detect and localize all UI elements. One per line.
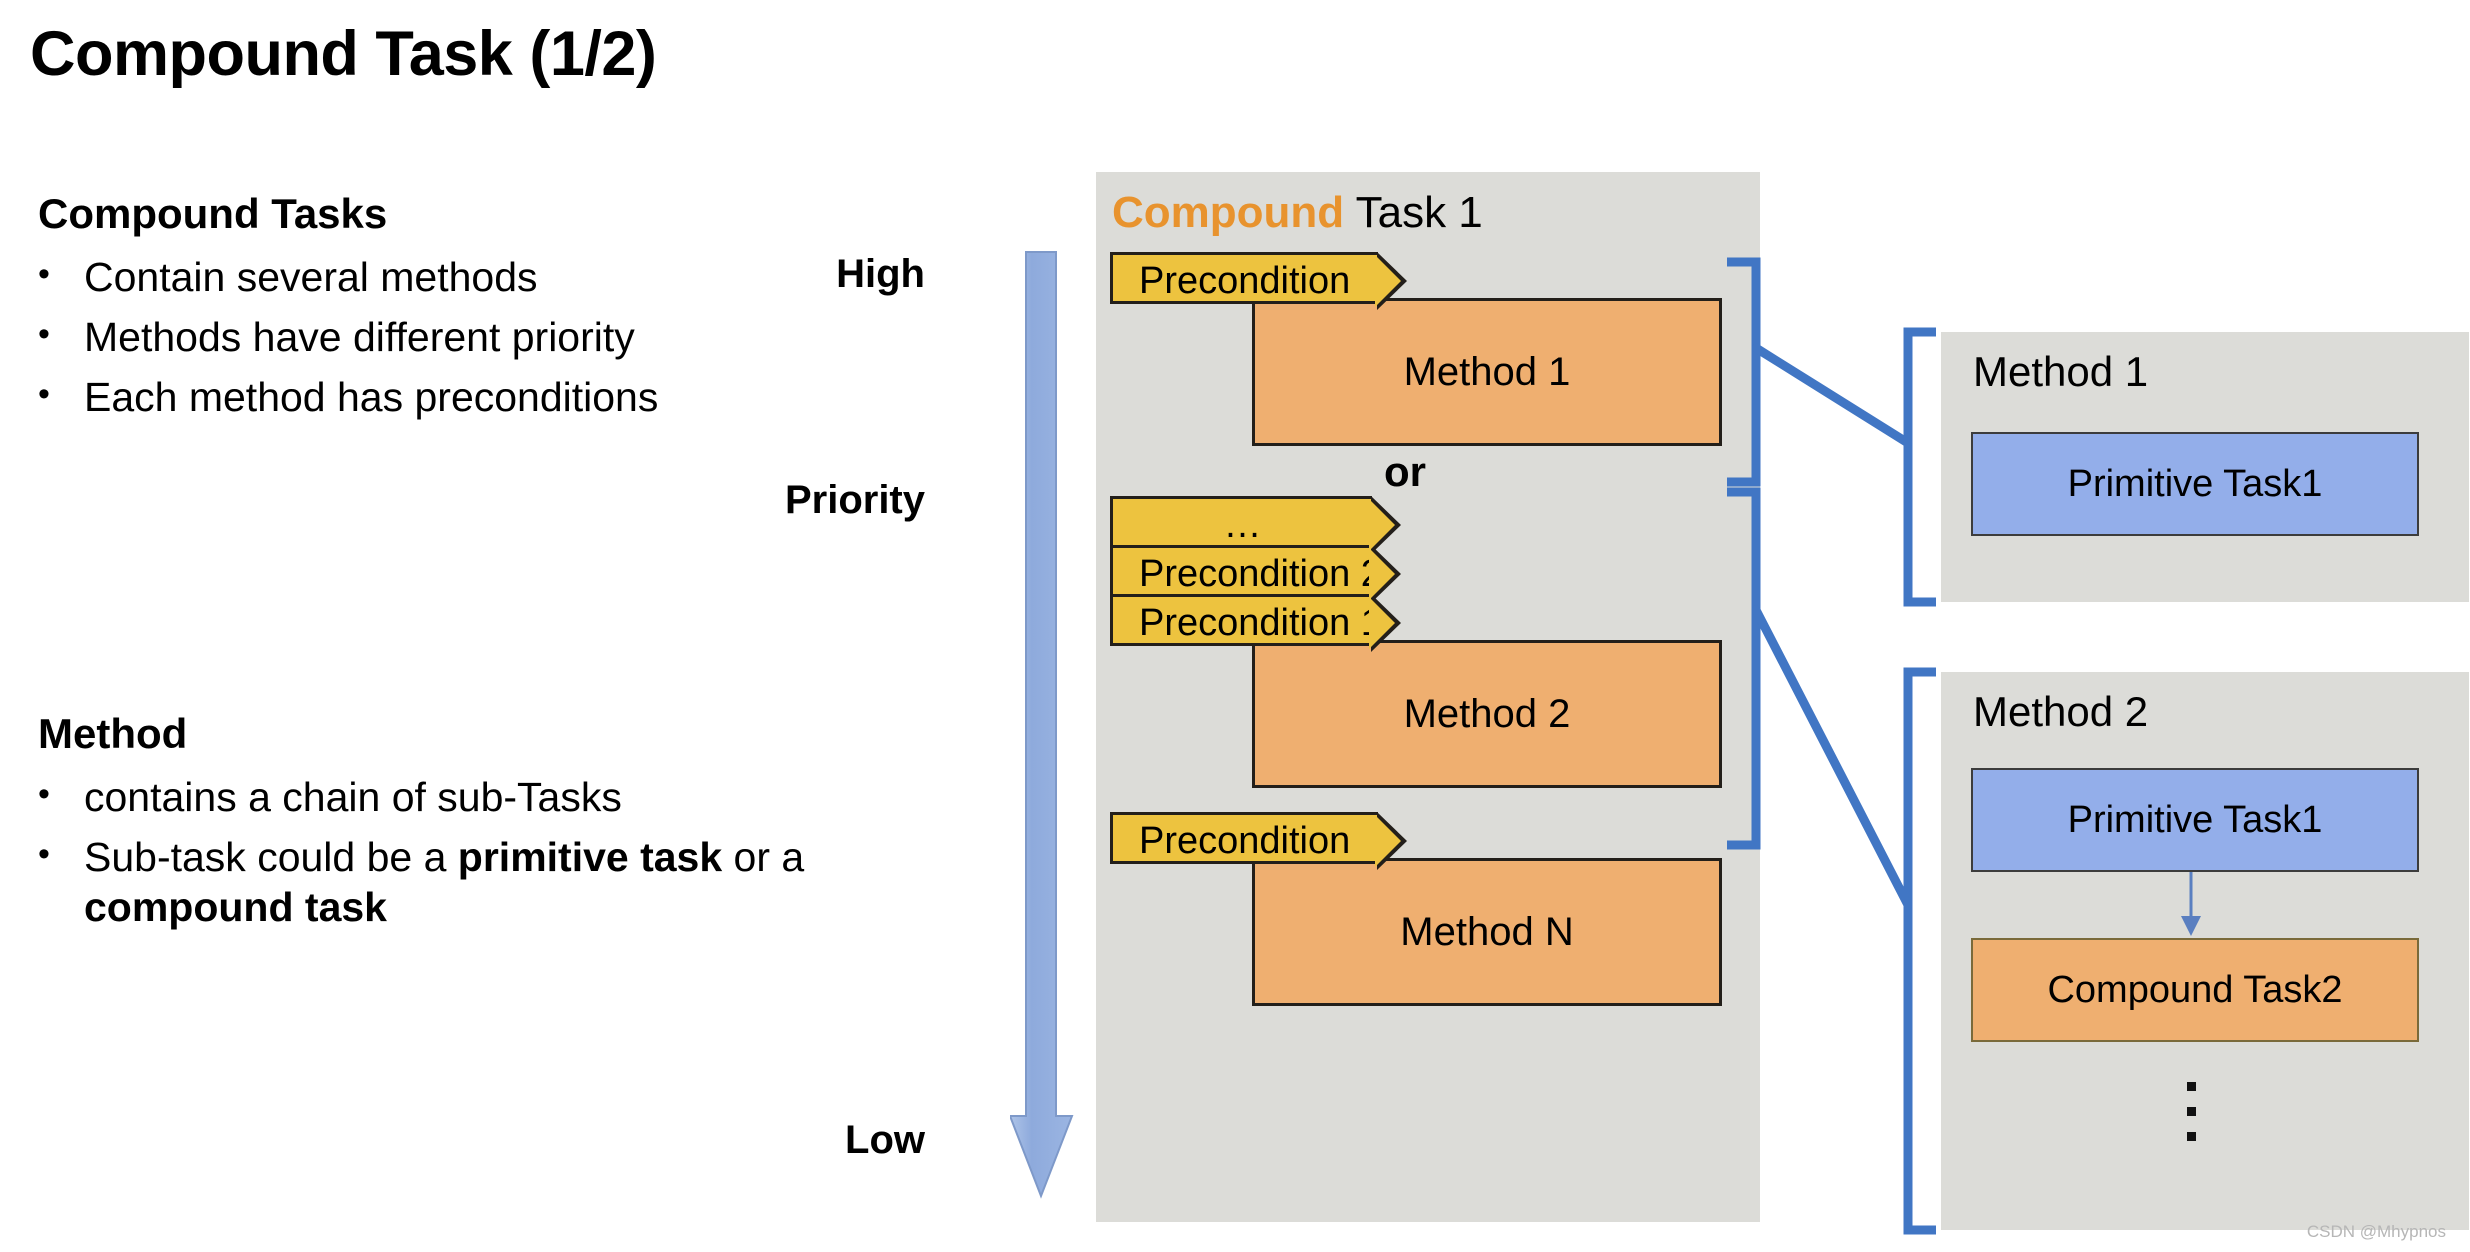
bullet-dot-icon: • — [38, 775, 50, 813]
method-2-detail-title: Method 2 — [1973, 688, 2149, 735]
bullet-dot-icon: • — [38, 255, 50, 293]
list-item-text-mid: or a — [722, 834, 805, 881]
method-box: Method N — [1252, 858, 1722, 1006]
down-arrow-icon — [2181, 872, 2201, 936]
list-item-label: Sub-task could be a primitive task or a … — [84, 832, 918, 932]
primitive-task-box: Primitive Task1 — [1971, 432, 2419, 536]
precondition-chevron-ellipsis: … — [1110, 496, 1401, 554]
compound-task-panel-title: Compound Task 1 — [1112, 188, 1483, 238]
compound-tasks-text-block: Compound Tasks • Contain several methods… — [38, 190, 658, 432]
precondition-stack-1: Precondition — [1110, 252, 1722, 310]
precondition-chevron: Precondition — [1110, 812, 1407, 870]
method-group-n: Precondition Method N — [1110, 812, 1722, 1006]
compound-task-box: Compound Task2 — [1971, 938, 2419, 1042]
method-text-block: Method • contains a chain of sub-Tasks •… — [38, 710, 918, 942]
priority-down-arrow-icon — [1010, 251, 1074, 1199]
list-item-label: Methods have different priority — [84, 314, 635, 361]
method-box: Method 2 — [1252, 640, 1722, 788]
connector-line-method-1 — [1751, 343, 1913, 448]
bracket-right-method-1 — [1903, 327, 1936, 607]
bracket-right-method-2 — [1903, 667, 1936, 1235]
method-1-detail-title: Method 1 — [1973, 348, 2149, 395]
priority-axis-high-label: High — [836, 252, 925, 296]
list-item-text-prefix: Sub-task could be a — [84, 834, 458, 881]
list-item-text-bold-compound: compound task — [84, 884, 387, 931]
bullet-dot-icon: • — [38, 315, 50, 354]
precondition-stack-2: … Precondition 2 Precondition 1 — [1110, 496, 1722, 652]
precondition-chevron: Precondition — [1110, 252, 1407, 310]
list-item: • Contain several methods — [38, 252, 658, 302]
method-group-1: Precondition Method 1 — [1110, 252, 1722, 446]
list-item: • Each method has preconditions — [38, 372, 658, 422]
list-item-label: Contain several methods — [84, 254, 538, 300]
method-2-detail-panel: Method 2 Primitive Task1 Compound Task2 — [1941, 672, 2469, 1230]
compound-tasks-heading: Compound Tasks — [38, 190, 388, 237]
method-group-2: … Precondition 2 Precondition 1 Method 2 — [1110, 496, 1722, 788]
compound-task-panel: Compound Task 1 Precondition Method 1 or… — [1096, 172, 1760, 1222]
list-item-label: Each method has preconditions — [84, 374, 659, 421]
list-item-text-bold-primitive: primitive task — [457, 834, 723, 881]
method-1-detail-panel: Method 1 Primitive Task1 — [1941, 332, 2469, 602]
compound-keyword: Compound — [1112, 188, 1345, 237]
method-heading: Method — [38, 710, 188, 757]
vertical-ellipsis-icon — [2187, 1082, 2196, 1141]
compound-tasks-bullet-list: • Contain several methods • Methods have… — [38, 252, 658, 422]
bullet-dot-icon: • — [38, 835, 50, 874]
compound-task-number: Task 1 — [1344, 188, 1483, 237]
method-bullet-list: • contains a chain of sub-Tasks • Sub-ta… — [38, 772, 918, 932]
csdn-watermark: CSDN @Mhypnos — [2306, 1222, 2446, 1241]
list-item: • Methods have different priority — [38, 312, 658, 362]
list-item: • Sub-task could be a primitive task or … — [38, 832, 918, 932]
priority-axis: High Priority Low — [785, 250, 1100, 1200]
page-title: Compound Task (1/2) — [30, 19, 657, 89]
primitive-task-box: Primitive Task1 — [1971, 768, 2419, 872]
priority-axis-low-label: Low — [845, 1118, 925, 1162]
priority-axis-title: Priority — [784, 478, 925, 522]
list-item-label: contains a chain of sub-Tasks — [84, 774, 622, 820]
or-separator-1: or — [1384, 448, 1426, 495]
list-item: • contains a chain of sub-Tasks — [38, 772, 918, 822]
bullet-dot-icon: • — [38, 375, 50, 414]
precondition-stack-n: Precondition — [1110, 812, 1722, 870]
method-box: Method 1 — [1252, 298, 1722, 446]
precondition-chevron: Precondition 2 — [1110, 545, 1401, 603]
precondition-chevron: Precondition 1 — [1110, 594, 1401, 652]
connector-line-method-2 — [1751, 605, 1913, 910]
